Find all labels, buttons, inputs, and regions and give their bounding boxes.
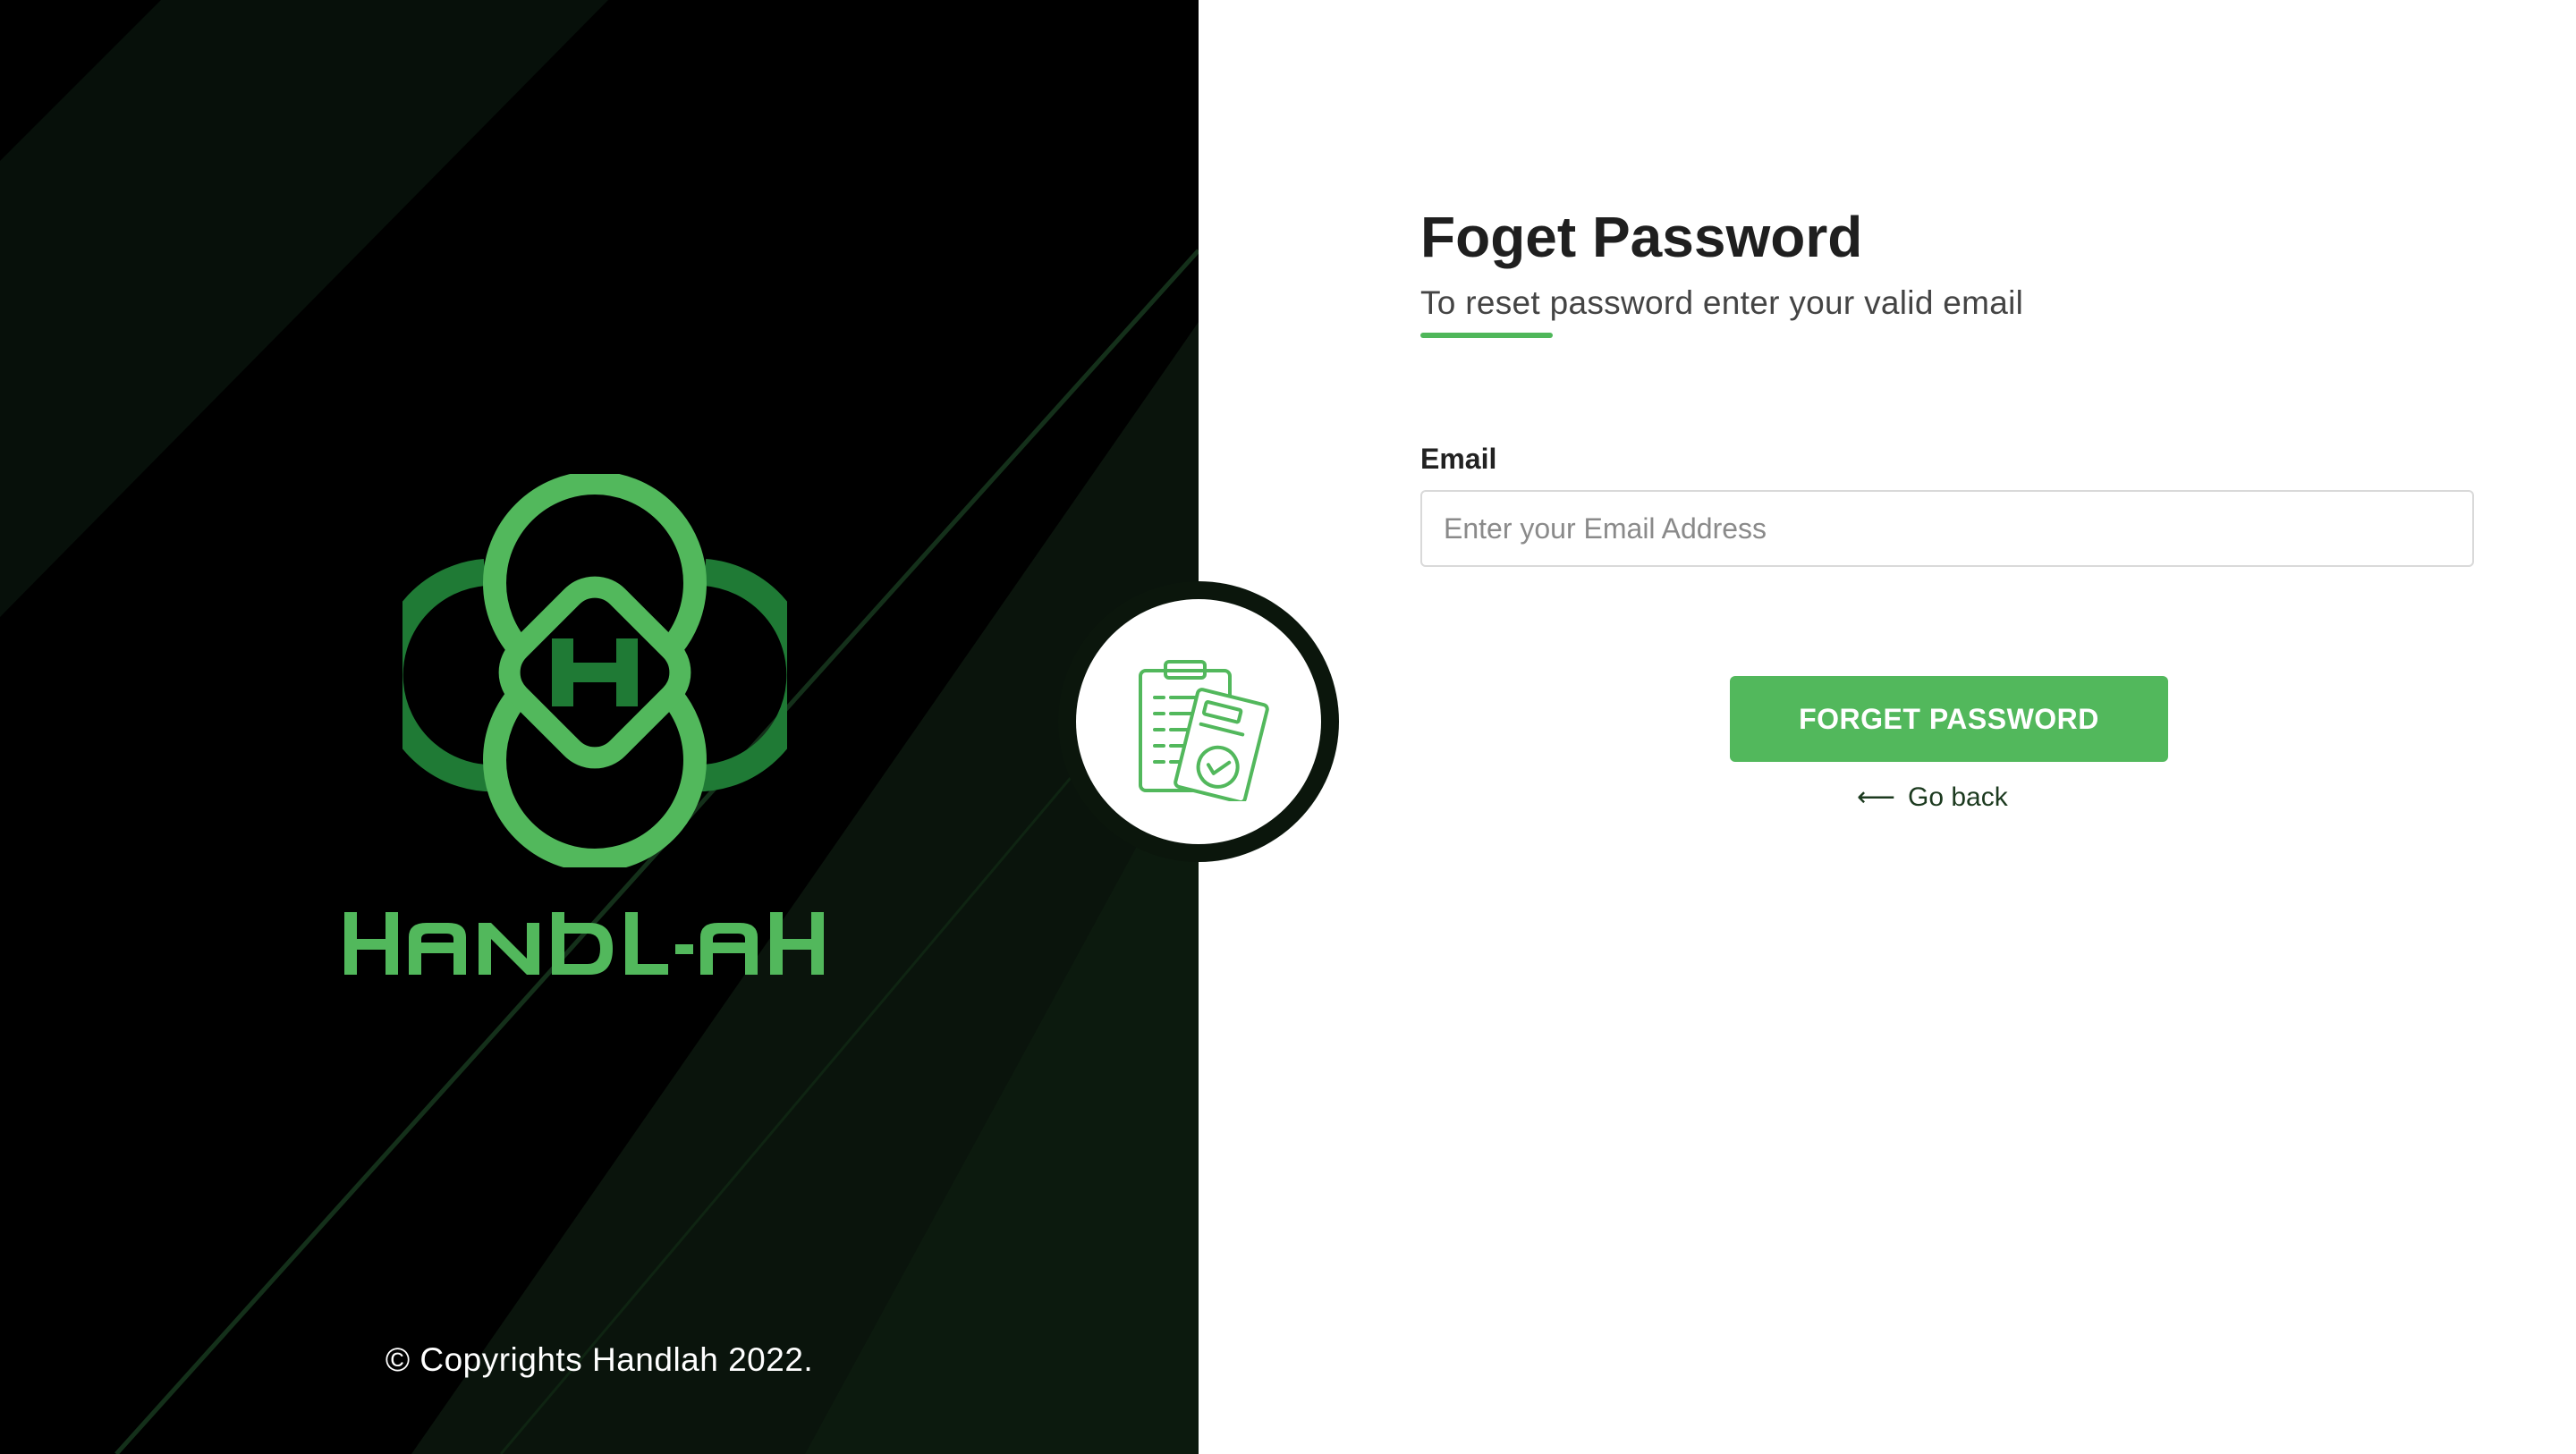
brand-panel: © Copyrights Handlah 2022. xyxy=(0,0,1199,1454)
clipboard-check-icon xyxy=(1139,660,1269,801)
page-subtitle: To reset password enter your valid email xyxy=(1420,284,2024,321)
copyright-text: © Copyrights Handlah 2022. xyxy=(385,1341,814,1378)
go-back-label: Go back xyxy=(1908,782,2008,812)
title-underline xyxy=(1420,333,1553,338)
arrow-left-icon: ⟵ xyxy=(1857,782,1896,812)
email-label: Email xyxy=(1420,443,1497,475)
email-input[interactable] xyxy=(1420,490,2474,567)
handlah-knot-logo-icon xyxy=(376,471,814,872)
go-back-link[interactable]: ⟵ Go back xyxy=(1857,782,2008,813)
handlah-wordmark xyxy=(344,912,824,975)
badge-inner xyxy=(1076,599,1321,844)
handlah-logo xyxy=(376,471,814,872)
page-title: Foget Password xyxy=(1420,205,1863,269)
badge-circle xyxy=(1058,581,1339,862)
forgot-password-page: © Copyrights Handlah 2022. Foget Passwor… xyxy=(0,0,2576,1454)
forget-password-button[interactable]: FORGET PASSWORD xyxy=(1730,676,2168,762)
